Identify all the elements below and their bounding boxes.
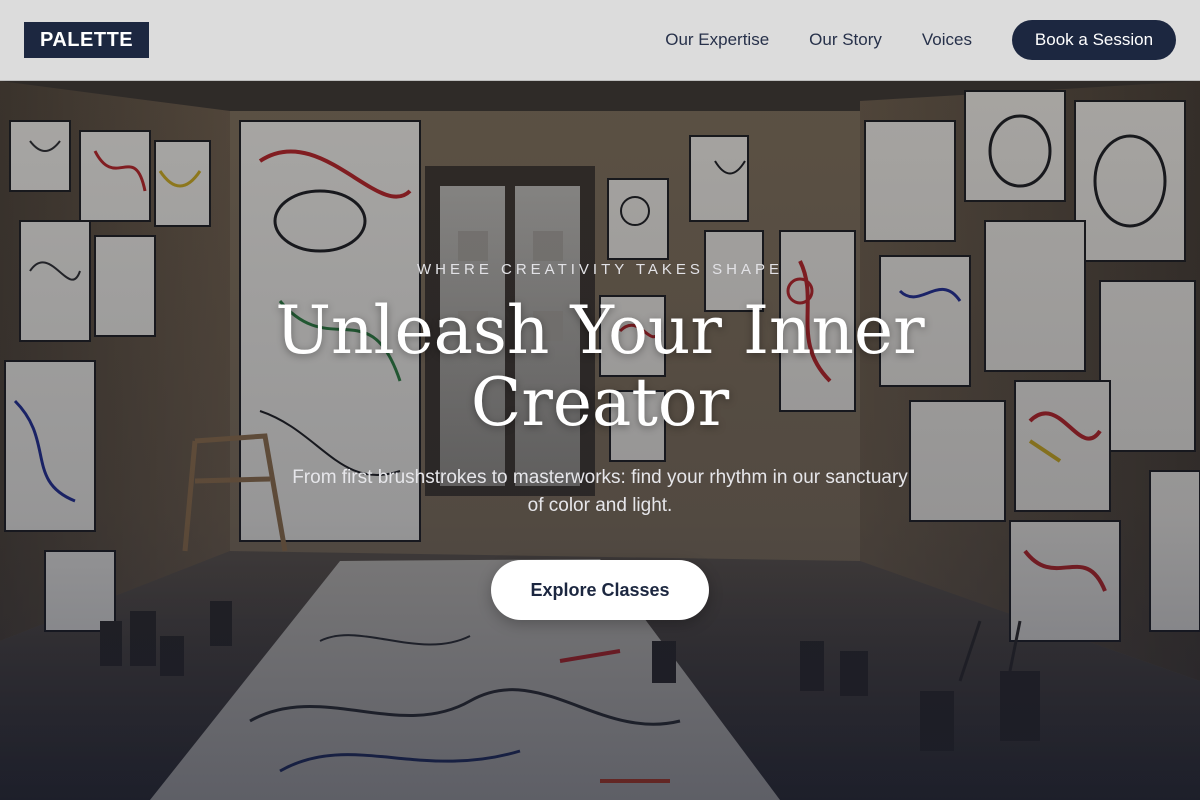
hero-headline: Unleash Your Inner Creator (275, 292, 925, 441)
main-nav: Our Expertise Our Story Voices Book a Se… (665, 20, 1176, 60)
nav-link-our-expertise[interactable]: Our Expertise (665, 30, 769, 50)
hero-eyebrow: WHERE CREATIVITY TAKES SHAPE (417, 261, 783, 278)
site-header: PALETTE Our Expertise Our Story Voices B… (0, 0, 1200, 81)
explore-classes-button[interactable]: Explore Classes (491, 560, 709, 620)
logo[interactable]: PALETTE (24, 22, 150, 58)
hero-section: WHERE CREATIVITY TAKES SHAPE Unleash You… (0, 81, 1200, 800)
book-session-button[interactable]: Book a Session (1012, 20, 1176, 60)
nav-link-voices[interactable]: Voices (922, 30, 972, 50)
hero-content: WHERE CREATIVITY TAKES SHAPE Unleash You… (0, 81, 1200, 800)
nav-link-our-story[interactable]: Our Story (809, 30, 882, 50)
landing-page: PALETTE Our Expertise Our Story Voices B… (0, 0, 1200, 800)
hero-subtext: From first brushstrokes to masterworks: … (292, 467, 908, 516)
